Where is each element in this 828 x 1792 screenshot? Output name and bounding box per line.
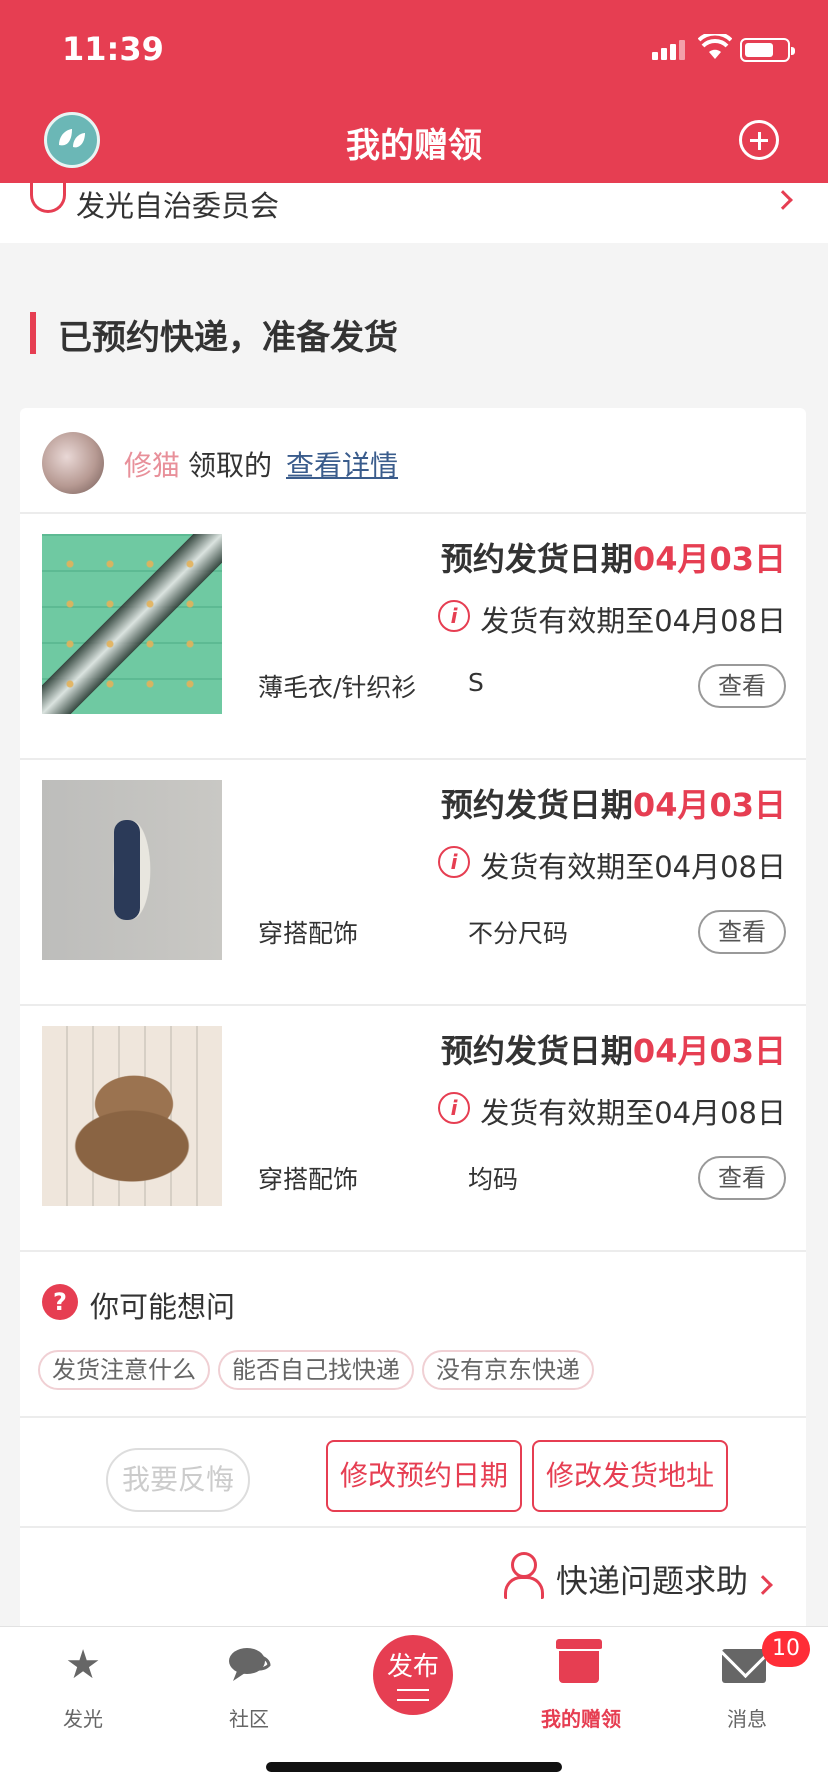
gift-item: 预约发货日期04月03日 i 发货有效期至04月08日 穿搭配饰 不分尺码 查看 bbox=[20, 760, 806, 1006]
tab-label: 消息 bbox=[727, 1707, 767, 1731]
faq-chip[interactable]: 没有京东快递 bbox=[422, 1350, 594, 1390]
tab-publish[interactable]: 发布 bbox=[332, 1627, 498, 1747]
ship-date: 04月03日 bbox=[632, 786, 786, 824]
change-address-button[interactable]: 修改发货地址 bbox=[532, 1440, 728, 1512]
item-photo[interactable] bbox=[42, 780, 222, 960]
gift-card: 修猫 领取的 查看详情 预约发货日期04月03日 i 发货有效期至04月08日 … bbox=[20, 408, 806, 1638]
change-date-button[interactable]: 修改预约日期 bbox=[326, 1440, 522, 1512]
ship-date: 04月03日 bbox=[632, 540, 786, 578]
message-badge: 10 bbox=[762, 1631, 810, 1667]
action-row: 我要反悔 修改预约日期 修改发货地址 bbox=[20, 1418, 806, 1528]
chevron-right-icon bbox=[773, 190, 793, 210]
faq-section: ? 你可能想问 发货注意什么 能否自己找快递 没有京东快递 bbox=[20, 1254, 806, 1418]
valid-until: 发货有效期至04月08日 bbox=[480, 604, 786, 638]
item-size: 不分尺码 bbox=[468, 919, 569, 948]
home-indicator bbox=[266, 1762, 562, 1772]
item-category: 穿搭配饰 bbox=[258, 919, 359, 948]
ship-date: 04月03日 bbox=[632, 1032, 786, 1070]
express-help-row[interactable]: 快递问题求助 bbox=[20, 1528, 806, 1638]
wifi-icon bbox=[698, 34, 732, 59]
view-button[interactable]: 查看 bbox=[698, 1156, 786, 1200]
info-icon: i bbox=[438, 846, 470, 878]
ship-date-title: 预约发货日期04月03日 bbox=[440, 540, 786, 578]
ship-date-title: 预约发货日期04月03日 bbox=[440, 786, 786, 824]
add-icon[interactable] bbox=[739, 120, 779, 160]
item-size: S bbox=[468, 668, 484, 697]
committee-row[interactable]: 发光自治委员会 bbox=[0, 183, 828, 243]
gift-icon bbox=[556, 1639, 602, 1683]
view-button[interactable]: 查看 bbox=[698, 910, 786, 954]
signal-icon bbox=[652, 38, 688, 60]
top-bar: 11:39 我的赠领 bbox=[0, 0, 828, 183]
gift-item: 预约发货日期04月03日 i 发货有效期至04月08日 穿搭配饰 均码 查看 bbox=[20, 1006, 806, 1252]
mail-icon bbox=[722, 1649, 766, 1683]
item-photo[interactable] bbox=[42, 1026, 222, 1206]
tab-label: 发光 bbox=[63, 1707, 103, 1731]
committee-label: 发光自治委员会 bbox=[76, 189, 280, 223]
committee-icon bbox=[30, 183, 66, 213]
receiver-row: 修猫 领取的 查看详情 bbox=[20, 408, 806, 514]
regret-button[interactable]: 我要反悔 bbox=[106, 1448, 250, 1512]
item-photo[interactable] bbox=[42, 534, 222, 714]
faq-title: 你可能想问 bbox=[90, 1290, 236, 1324]
chevron-right-icon bbox=[753, 1575, 773, 1595]
item-size: 均码 bbox=[468, 1165, 519, 1194]
page-title: 我的赠领 bbox=[346, 126, 482, 166]
person-icon bbox=[504, 1552, 544, 1599]
publish-button[interactable]: 发布 bbox=[373, 1635, 453, 1715]
info-icon: i bbox=[438, 1092, 470, 1124]
status-time: 11:39 bbox=[62, 30, 164, 68]
section-title-bar bbox=[30, 312, 36, 354]
battery-icon bbox=[740, 38, 795, 62]
view-details-link[interactable]: 查看详情 bbox=[286, 444, 398, 484]
item-category: 薄毛衣/针织衫 bbox=[258, 673, 417, 702]
tab-my-gifts[interactable]: 我的赠领 bbox=[498, 1627, 664, 1747]
tab-faguang[interactable]: ★ 发光 bbox=[0, 1627, 166, 1747]
valid-until: 发货有效期至04月08日 bbox=[480, 850, 786, 884]
express-help-label: 快递问题求助 bbox=[556, 1562, 749, 1600]
star-icon: ★ bbox=[65, 1642, 101, 1688]
avatar[interactable] bbox=[42, 432, 104, 494]
faq-chip[interactable]: 发货注意什么 bbox=[38, 1350, 210, 1390]
valid-until: 发货有效期至04月08日 bbox=[480, 1096, 786, 1130]
question-icon: ? bbox=[42, 1284, 78, 1320]
item-category: 穿搭配饰 bbox=[258, 1165, 359, 1194]
faq-chip[interactable]: 能否自己找快递 bbox=[218, 1350, 414, 1390]
view-button[interactable]: 查看 bbox=[698, 664, 786, 708]
tab-messages[interactable]: 10 消息 bbox=[664, 1627, 828, 1747]
receiver-text: 领取的 bbox=[188, 449, 273, 482]
info-icon: i bbox=[438, 600, 470, 632]
gift-item: 预约发货日期04月03日 i 发货有效期至04月08日 薄毛衣/针织衫 S 查看 bbox=[20, 514, 806, 760]
section-title: 已预约快递，准备发货 bbox=[58, 318, 398, 358]
ship-date-title: 预约发货日期04月03日 bbox=[440, 1032, 786, 1070]
tab-label: 社区 bbox=[229, 1707, 269, 1731]
receiver-name[interactable]: 修猫 bbox=[124, 444, 180, 484]
tab-label: 我的赠领 bbox=[541, 1707, 621, 1731]
tab-community[interactable]: 社区 bbox=[166, 1627, 332, 1747]
chat-icon bbox=[229, 1648, 271, 1681]
